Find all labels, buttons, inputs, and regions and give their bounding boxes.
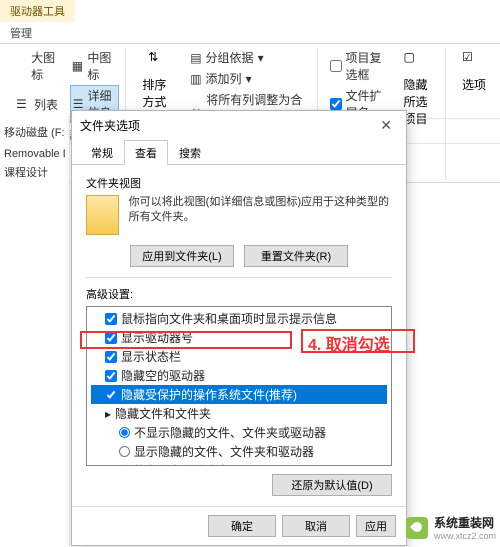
checkbox[interactable]: [105, 313, 117, 325]
checkbox[interactable]: [105, 389, 117, 401]
advanced-item[interactable]: 隐藏受保护的操作系统文件(推荐): [91, 385, 387, 404]
advanced-item[interactable]: 不显示隐藏的文件、文件夹或驱动器: [91, 423, 387, 442]
huge-icons-icon: [16, 59, 27, 73]
ok-button[interactable]: 确定: [208, 515, 276, 537]
ribbon-group-options: ☑ 选项: [450, 48, 498, 95]
folder-icon: [86, 195, 119, 235]
layout-item[interactable]: ▦中图标: [70, 48, 120, 84]
dialog-titlebar: 文件夹选项 ✕: [72, 111, 406, 139]
ribbon-tab-manage[interactable]: 管理: [0, 22, 42, 43]
advanced-item-label: 不显示隐藏的文件、文件夹或驱动器: [134, 424, 326, 441]
nav-item[interactable]: 移动磁盘 (F:): [4, 122, 65, 142]
advanced-item[interactable]: 隐藏文件夹合并冲突: [91, 461, 387, 466]
reset-folders-button[interactable]: 重置文件夹(R): [244, 245, 348, 267]
advanced-item-label: 鼠标指向文件夹和桌面项时显示提示信息: [121, 310, 337, 327]
advanced-item[interactable]: 鼠标指向文件夹和桌面项时显示提示信息: [91, 309, 387, 328]
dialog-tabs: 常规 查看 搜索: [72, 139, 406, 165]
context-tab-drive-tools[interactable]: 驱动器工具: [0, 0, 75, 22]
layout-item[interactable]: 大图标: [14, 48, 62, 84]
folder-options-dialog: 文件夹选项 ✕ 常规 查看 搜索 文件夹视图 你可以将此视图(如详细信息或图标)…: [71, 110, 407, 546]
medium-icons-icon: ▦: [72, 59, 84, 73]
restore-defaults-button[interactable]: 还原为默认值(D): [272, 474, 392, 496]
folder-views-desc: 你可以将此视图(如详细信息或图标)应用于这种类型的所有文件夹。: [129, 195, 392, 235]
annotation-text: 4. 取消勾选: [308, 331, 390, 355]
dialog-footer: 确定 取消 应用: [72, 506, 406, 545]
add-columns-item[interactable]: ▥添加列▾: [188, 69, 310, 88]
chevron-down-icon: ▾: [246, 72, 252, 86]
layout-label: 大图标: [31, 49, 60, 83]
advanced-item[interactable]: ▸ 隐藏文件和文件夹: [91, 404, 387, 423]
layout-label: 列表: [34, 96, 58, 113]
watermark-brand: 系统重装网: [434, 516, 494, 530]
radio[interactable]: [119, 446, 130, 457]
advanced-settings-list[interactable]: 鼠标指向文件夹和桌面项时显示提示信息显示驱动器号显示状态栏隐藏空的驱动器隐藏受保…: [86, 306, 392, 466]
chevron-down-icon: ▾: [258, 51, 264, 65]
nav-pane: 移动磁盘 (F:) Removable Dis 课程设计: [0, 116, 70, 546]
advanced-item-label: 隐藏文件夹合并冲突: [121, 462, 229, 466]
advanced-item-label: 隐藏受保护的操作系统文件(推荐): [121, 386, 297, 403]
advanced-item-label: 隐藏文件和文件夹: [115, 405, 211, 422]
dialog-title: 文件夹选项: [80, 117, 140, 134]
cancel-button[interactable]: 取消: [282, 515, 350, 537]
close-icon[interactable]: ✕: [374, 115, 398, 136]
watermark-logo-icon: [406, 517, 428, 539]
advanced-item-label: 隐藏空的驱动器: [121, 367, 205, 384]
advanced-item-label: 显示隐藏的文件、文件夹和驱动器: [134, 443, 314, 460]
details-icon: ☰: [73, 97, 84, 111]
checkbox[interactable]: [105, 370, 117, 382]
checkbox-item-boxes[interactable]: 项目复选框: [328, 48, 386, 84]
checkbox[interactable]: [105, 332, 117, 344]
columns-icon: ▥: [190, 72, 201, 86]
tab-general[interactable]: 常规: [80, 140, 124, 165]
separator: [86, 277, 392, 278]
checkbox[interactable]: [105, 351, 117, 363]
checkbox[interactable]: [105, 465, 117, 467]
advanced-item-label: 显示驱动器号: [121, 329, 193, 346]
checkbox[interactable]: [330, 98, 342, 110]
hide-icon: ▢: [403, 50, 427, 74]
layout-label: 中图标: [87, 49, 117, 83]
group-icon: ▸: [105, 407, 111, 421]
radio[interactable]: [119, 427, 130, 438]
group-by-item[interactable]: ▤分组依据▾: [188, 48, 310, 67]
list-icon: ☰: [16, 97, 30, 111]
sort-label: 排序方式: [142, 76, 178, 110]
nav-item[interactable]: Removable Dis: [4, 146, 65, 162]
watermark-url: www.xtcz2.com: [434, 531, 496, 541]
watermark: 系统重装网 www.xtcz2.com: [406, 514, 496, 541]
advanced-item[interactable]: 显示隐藏的文件、文件夹和驱动器: [91, 442, 387, 461]
nav-item[interactable]: 课程设计: [4, 162, 65, 182]
apply-button[interactable]: 应用: [356, 515, 396, 537]
apply-to-folders-button[interactable]: 应用到文件夹(L): [130, 245, 234, 267]
tab-search[interactable]: 搜索: [168, 140, 212, 165]
options-button[interactable]: ☑ 选项: [456, 48, 492, 95]
sort-icon: ⇅: [148, 50, 172, 74]
options-icon: ☑: [462, 50, 486, 74]
checkbox[interactable]: [330, 60, 342, 72]
group-icon: ▤: [190, 51, 201, 65]
advanced-item[interactable]: 隐藏空的驱动器: [91, 366, 387, 385]
advanced-item-label: 显示状态栏: [121, 348, 181, 365]
tab-view[interactable]: 查看: [124, 140, 168, 165]
folder-views-heading: 文件夹视图: [86, 175, 392, 191]
advanced-label: 高级设置:: [86, 286, 392, 302]
